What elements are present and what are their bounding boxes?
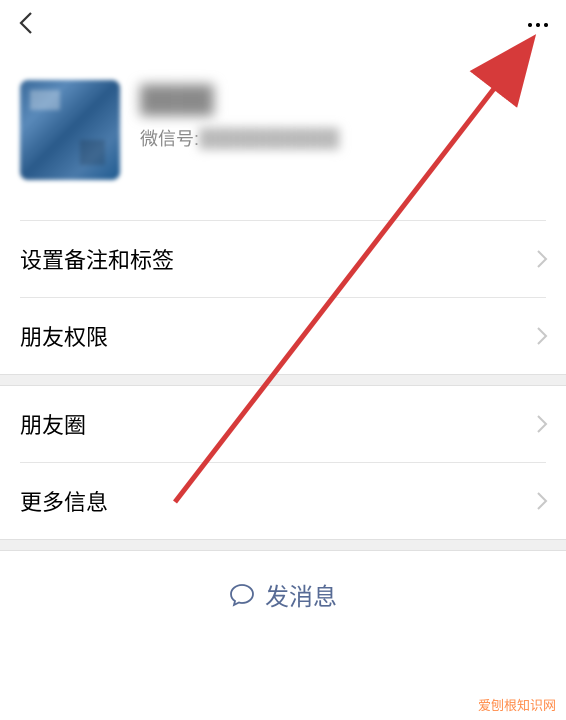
item-label: 设置备注和标签	[20, 243, 174, 275]
item-label: 更多信息	[20, 485, 108, 517]
chat-icon	[229, 582, 255, 608]
more-dot-icon	[536, 23, 540, 27]
profile-info: ████ 微信号: ███████████	[140, 80, 339, 180]
section-divider	[0, 374, 566, 386]
item-label: 朋友圈	[20, 408, 86, 440]
set-remark-tag-item[interactable]: 设置备注和标签	[0, 221, 566, 297]
display-name: ████	[140, 84, 339, 115]
wechat-id: ███████████	[199, 128, 339, 149]
wechat-id-row: 微信号: ███████████	[140, 125, 339, 151]
chevron-right-icon	[536, 326, 548, 346]
chevron-right-icon	[536, 249, 548, 269]
wechat-label: 微信号:	[140, 125, 199, 151]
chevron-left-icon	[18, 10, 34, 36]
item-label: 朋友权限	[20, 320, 108, 352]
section-divider	[0, 539, 566, 551]
more-dot-icon	[528, 23, 532, 27]
moments-item[interactable]: 朋友圈	[0, 386, 566, 462]
back-button[interactable]	[18, 10, 34, 41]
friend-permission-item[interactable]: 朋友权限	[0, 298, 566, 374]
send-message-label: 发消息	[265, 577, 337, 612]
more-info-item[interactable]: 更多信息	[0, 463, 566, 539]
chevron-right-icon	[536, 491, 548, 511]
watermark: 爱刨根知识网	[478, 695, 556, 714]
more-dot-icon	[544, 23, 548, 27]
profile-section: ████ 微信号: ███████████	[0, 50, 566, 220]
send-message-button[interactable]: 发消息	[0, 551, 566, 636]
header-bar	[0, 0, 566, 50]
avatar[interactable]	[20, 80, 120, 180]
chevron-right-icon	[536, 414, 548, 434]
more-button[interactable]	[528, 23, 548, 27]
